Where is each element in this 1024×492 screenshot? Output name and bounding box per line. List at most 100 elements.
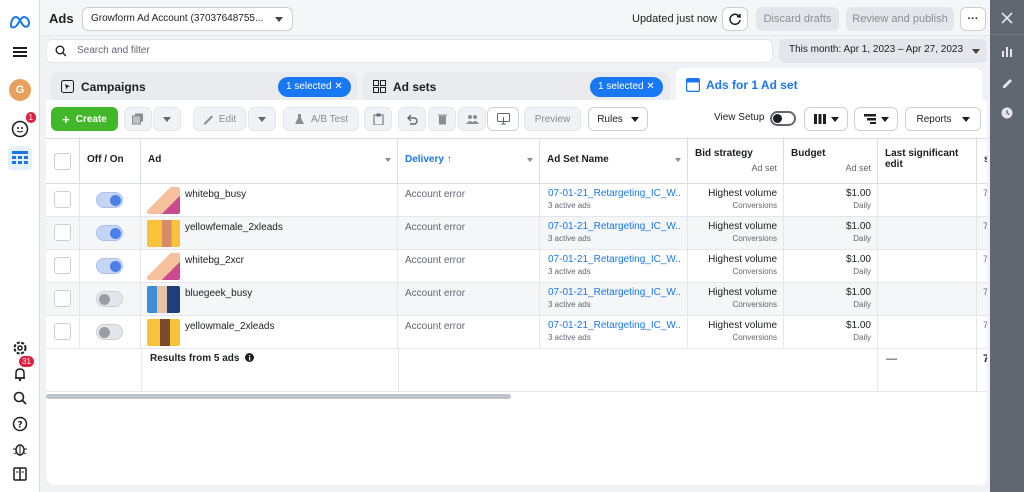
budget-value: $1.00 — [845, 221, 871, 232]
discard-drafts-button[interactable]: Discard drafts — [756, 7, 839, 31]
adset-name-link[interactable]: 07-01-21_Retargeting_IC_W... — [548, 320, 681, 331]
row-checkbox[interactable] — [54, 257, 71, 274]
col-bid-strategy[interactable]: Bid strategy Ad set — [688, 139, 784, 184]
columns-button[interactable] — [804, 107, 848, 131]
ab-test-button[interactable]: A/B Test — [283, 107, 359, 131]
tab-campaigns[interactable]: Campaigns 1 selected ✕ — [51, 72, 357, 102]
duplicate-button[interactable] — [124, 107, 152, 131]
search-icon[interactable] — [8, 386, 32, 410]
review-publish-button[interactable]: Review and publish — [846, 7, 954, 31]
ad-thumbnail[interactable] — [147, 187, 180, 214]
bug-icon[interactable] — [8, 437, 32, 461]
meta-logo-icon[interactable] — [8, 10, 32, 34]
col-adset-name[interactable]: Ad Set Name — [540, 139, 688, 184]
adset-active-ads: 3 active ads — [548, 234, 591, 243]
ad-thumbnail[interactable] — [147, 319, 180, 346]
ad-name[interactable]: whitebg_busy — [185, 189, 246, 200]
row-checkbox[interactable] — [54, 191, 71, 208]
ad-name[interactable]: yellowfemale_2xleads — [185, 222, 283, 233]
row-checkbox[interactable] — [54, 224, 71, 241]
ad-name[interactable]: bluegeek_busy — [185, 288, 252, 299]
bid-strategy-cell: Highest volume Conversions — [688, 184, 784, 217]
delivery-cell: Account error — [398, 283, 540, 316]
clipboard-button[interactable] — [364, 107, 392, 131]
menu-icon[interactable] — [8, 40, 32, 64]
table-row[interactable]: yellowmale_2xleads Account error 07-01-2… — [46, 316, 987, 349]
adset-name-link[interactable]: 07-01-21_Retargeting_IC_W... — [548, 221, 681, 232]
col-next[interactable]: s — [977, 139, 987, 184]
col-last-edit[interactable]: Last significant edit — [878, 139, 977, 184]
next-col-value: 7 — [983, 188, 987, 198]
bid-strategy-sub: Conversions — [732, 300, 777, 309]
next-col-cell: 7 — [977, 316, 987, 349]
preview-button[interactable]: Preview — [524, 107, 581, 131]
tab-ads[interactable]: Ads for 1 Ad set — [676, 68, 982, 102]
ad-thumbnail[interactable] — [147, 253, 180, 280]
delete-button[interactable] — [428, 107, 456, 131]
search-placeholder: Search and filter — [77, 45, 150, 56]
table-row[interactable]: whitebg_busy Account error 07-01-21_Reta… — [46, 184, 987, 217]
avatar[interactable]: G — [9, 79, 31, 101]
ad-on-off-toggle[interactable] — [96, 192, 123, 208]
trash-icon — [437, 114, 447, 125]
ads-manager-grid-icon[interactable] — [8, 146, 32, 170]
breakdown-button[interactable] — [854, 107, 898, 131]
notifications-avatar-icon[interactable]: 1 — [8, 112, 36, 141]
more-options-button[interactable]: ··· — [960, 7, 986, 31]
adset-name-link[interactable]: 07-01-21_Retargeting_IC_W... — [548, 188, 681, 199]
caret-down-icon — [880, 116, 889, 122]
edit-dropdown[interactable] — [248, 107, 276, 131]
ad-thumbnail[interactable] — [147, 220, 180, 247]
account-selector[interactable]: Growform Ad Account (37037648755... — [82, 7, 293, 31]
ad-on-off-toggle[interactable] — [96, 258, 123, 274]
horizontal-scrollbar[interactable] — [46, 394, 511, 399]
reports-button[interactable]: Reports — [905, 107, 981, 131]
export-icon — [496, 113, 510, 125]
search-input[interactable]: Search and filter — [46, 39, 773, 63]
clock-icon[interactable] — [998, 104, 1016, 122]
bell-icon[interactable]: 31 — [8, 356, 34, 386]
ad-cell: yellowfemale_2xleads — [141, 217, 398, 250]
ad-on-off-toggle[interactable] — [96, 225, 123, 241]
rules-button[interactable]: Rules — [588, 107, 648, 131]
view-setup-toggle[interactable] — [770, 111, 796, 126]
close-icon[interactable] — [998, 9, 1016, 27]
ad-name[interactable]: yellowmale_2xleads — [185, 321, 275, 332]
refresh-button[interactable] — [722, 7, 748, 31]
col-delivery[interactable]: Delivery ↑ — [398, 139, 540, 184]
ad-name[interactable]: whitebg_2xcr — [185, 255, 244, 266]
row-checkbox[interactable] — [54, 290, 71, 307]
table-row[interactable]: bluegeek_busy Account error 07-01-21_Ret… — [46, 283, 987, 316]
columns-icon — [813, 114, 826, 124]
adset-grid-icon — [373, 80, 386, 96]
book-icon[interactable] — [8, 462, 32, 486]
row-checkbox[interactable] — [54, 323, 71, 340]
chart-icon[interactable] — [998, 42, 1016, 60]
help-icon[interactable]: ? — [8, 412, 32, 436]
adsets-selected-pill[interactable]: 1 selected ✕ — [590, 77, 663, 97]
campaigns-selected-pill[interactable]: 1 selected ✕ — [278, 77, 351, 97]
ad-on-off-toggle[interactable] — [96, 324, 123, 340]
adset-name-link[interactable]: 07-01-21_Retargeting_IC_W... — [548, 254, 681, 265]
export-button[interactable] — [487, 107, 519, 131]
info-icon[interactable] — [245, 353, 255, 362]
undo-button[interactable] — [398, 107, 426, 131]
ad-on-off-toggle[interactable] — [96, 291, 123, 307]
date-range-picker[interactable]: This month: Apr 1, 2023 – Apr 27, 2023 — [779, 39, 987, 63]
adset-name-link[interactable]: 07-01-21_Retargeting_IC_W... — [548, 287, 681, 298]
audience-button[interactable] — [458, 107, 486, 131]
col-budget[interactable]: Budget Ad set — [784, 139, 878, 184]
col-ad[interactable]: Ad — [141, 139, 398, 184]
table-row[interactable]: whitebg_2xcr Account error 07-01-21_Reta… — [46, 250, 987, 283]
select-all-checkbox[interactable] — [54, 153, 71, 170]
pencil-icon[interactable] — [998, 73, 1016, 91]
tab-adsets[interactable]: Ad sets 1 selected ✕ — [363, 72, 670, 102]
col-off-on[interactable]: Off / On — [80, 139, 141, 184]
duplicate-dropdown[interactable] — [153, 107, 181, 131]
edit-button[interactable]: Edit — [193, 107, 246, 131]
budget-period: Daily — [853, 267, 871, 276]
ad-thumbnail[interactable] — [147, 286, 180, 313]
table-row[interactable]: yellowfemale_2xleads Account error 07-01… — [46, 217, 987, 250]
adset-active-ads: 3 active ads — [548, 333, 591, 342]
create-button[interactable]: + Create — [51, 107, 118, 131]
